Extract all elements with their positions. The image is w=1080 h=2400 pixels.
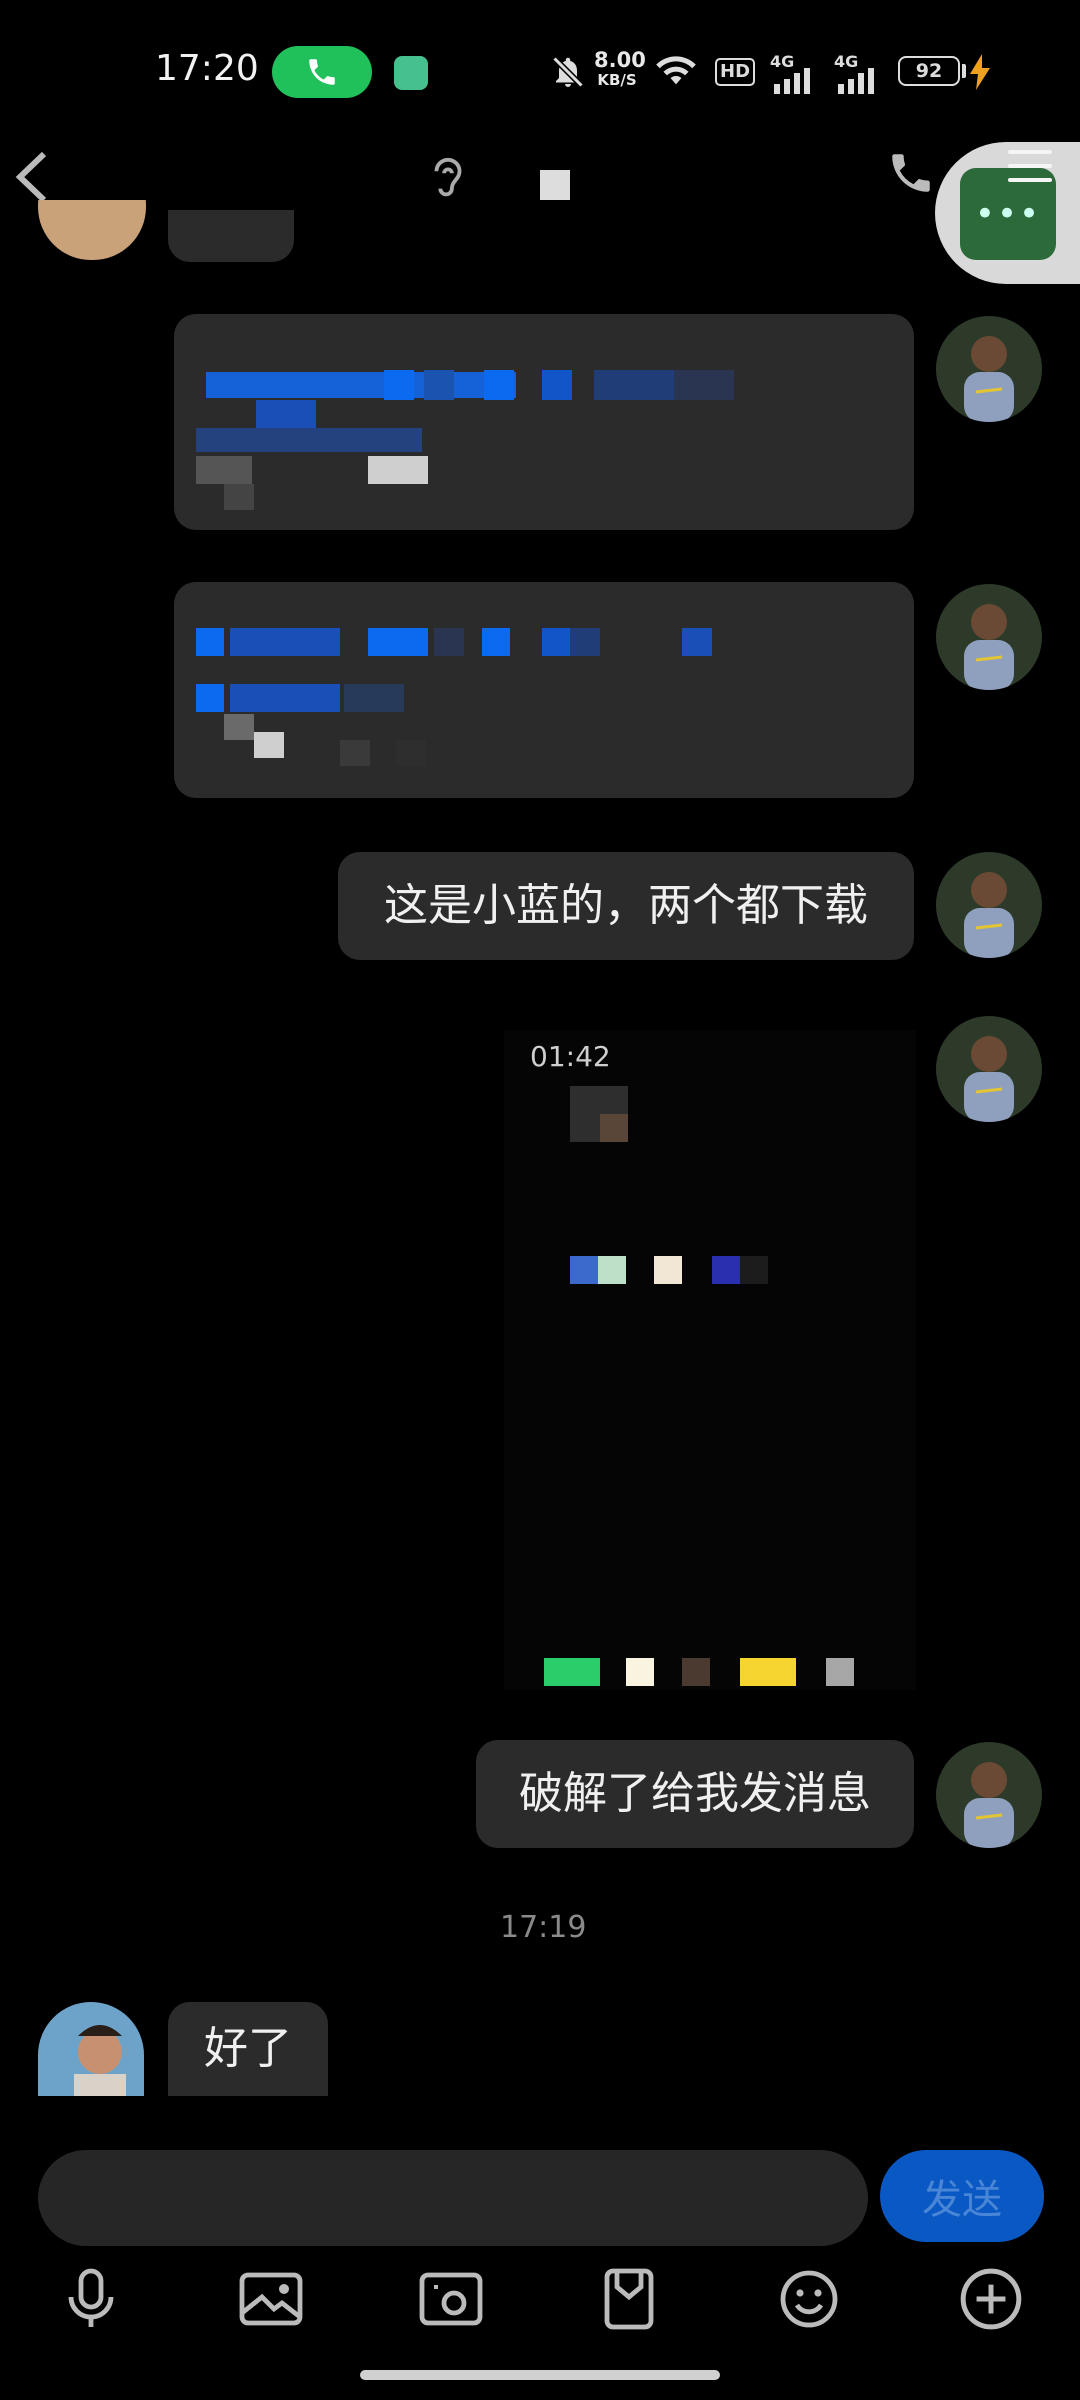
incoming-bubble-partial bbox=[168, 210, 294, 262]
video-duration: 01:42 bbox=[530, 1040, 611, 1073]
header-title-placeholder bbox=[540, 170, 570, 200]
ongoing-call-pill[interactable] bbox=[272, 46, 372, 98]
app-notification-icon bbox=[394, 56, 428, 90]
my-avatar[interactable] bbox=[936, 852, 1042, 958]
plus-circle-icon[interactable] bbox=[946, 2254, 1036, 2344]
incoming-bubble[interactable]: 好了 bbox=[168, 2002, 328, 2096]
phone-icon bbox=[309, 59, 335, 85]
home-indicator[interactable] bbox=[360, 2370, 720, 2380]
bell-muted-icon bbox=[552, 56, 584, 88]
message-text: 这是小蓝的，两个都下载 bbox=[384, 880, 868, 931]
signal-bars-icon bbox=[774, 68, 810, 94]
video-message[interactable]: 01:42 bbox=[504, 1030, 916, 1690]
my-avatar[interactable] bbox=[936, 584, 1042, 690]
message-bubble-1[interactable]: 这是小蓝的，两个都下载 bbox=[338, 852, 914, 960]
contact-avatar-top[interactable] bbox=[38, 200, 146, 260]
battery-nub bbox=[962, 64, 966, 78]
wifi-icon bbox=[656, 56, 696, 85]
my-avatar[interactable] bbox=[936, 1016, 1042, 1122]
camera-icon[interactable] bbox=[406, 2254, 496, 2344]
gallery-icon[interactable] bbox=[226, 2254, 316, 2344]
link-message-bubble-2[interactable] bbox=[174, 582, 914, 798]
ear-icon[interactable] bbox=[428, 154, 468, 204]
status-time: 17:20 bbox=[155, 48, 259, 89]
charging-bolt-icon bbox=[970, 54, 990, 90]
message-text: 好了 bbox=[204, 2023, 292, 2074]
my-avatar[interactable] bbox=[936, 316, 1042, 422]
message-bubble-2[interactable]: 破解了给我发消息 bbox=[476, 1740, 914, 1848]
microphone-icon[interactable] bbox=[46, 2254, 136, 2344]
battery-indicator: 92 bbox=[898, 56, 960, 86]
back-chevron-icon[interactable] bbox=[14, 150, 50, 204]
phone-call-icon[interactable] bbox=[886, 148, 936, 198]
menu-lines-icon[interactable] bbox=[1008, 150, 1052, 192]
signal-bars-icon bbox=[838, 68, 874, 94]
message-text: 破解了给我发消息 bbox=[519, 1768, 871, 1819]
network-speed-value: 8.00 bbox=[594, 48, 646, 72]
contact-avatar[interactable] bbox=[38, 2002, 144, 2096]
my-avatar[interactable] bbox=[936, 1742, 1042, 1848]
network-speed-unit: KB/S bbox=[597, 71, 637, 89]
bookmark-clip-icon[interactable] bbox=[584, 2254, 674, 2344]
send-button[interactable]: 发送 bbox=[880, 2150, 1044, 2242]
link-message-bubble-1[interactable] bbox=[174, 314, 914, 530]
hd-voice-badge: HD bbox=[715, 58, 756, 86]
message-input[interactable] bbox=[38, 2150, 868, 2246]
emoji-icon[interactable] bbox=[764, 2254, 854, 2344]
chat-timestamp: 17:19 bbox=[500, 1910, 587, 1945]
network-speed: 8.00 KB/S bbox=[594, 48, 646, 89]
